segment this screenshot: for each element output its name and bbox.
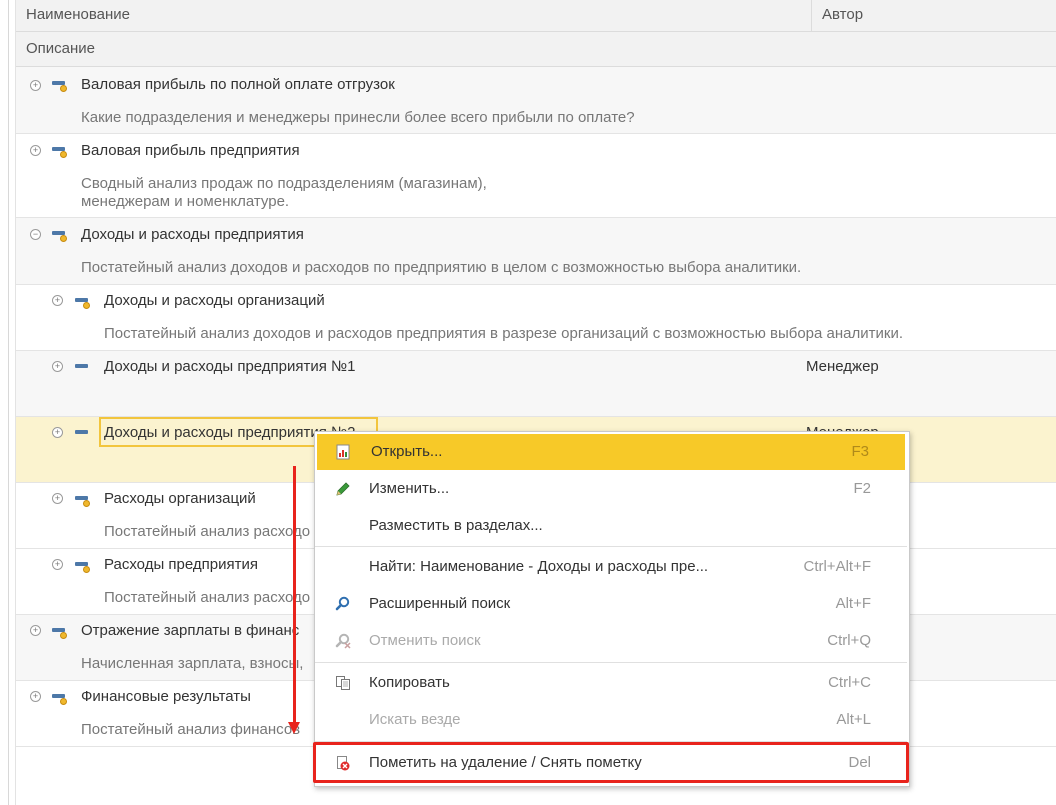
annotation-arrow-line (293, 466, 296, 726)
row-author: Менеджер (806, 358, 879, 375)
menu-item-place-in-sections[interactable]: Разместить в разделах... (315, 508, 907, 544)
expand-icon[interactable]: + (52, 295, 63, 306)
row-title: Валовая прибыль по полной оплате отгрузо… (81, 76, 395, 93)
column-header-description[interactable]: Описание (16, 34, 95, 65)
row-description: Постатейный анализ финансов (81, 721, 301, 738)
report-option-icon (75, 360, 91, 374)
table-row[interactable]: + Доходы и расходы организаций Постатейн… (16, 285, 1056, 351)
expand-icon[interactable]: + (30, 691, 41, 702)
row-title: Доходы и расходы организаций (104, 292, 325, 309)
menu-item-shortcut: Ctrl+Q (827, 632, 871, 649)
expand-icon[interactable]: + (52, 559, 63, 570)
table-header-description: Описание (16, 32, 1056, 67)
report-option-icon (75, 426, 91, 440)
report-variant-icon (75, 492, 91, 507)
menu-item-shortcut: Ctrl+Alt+F (803, 558, 871, 575)
report-variant-icon (52, 690, 68, 705)
row-title: Расходы организаций (104, 490, 256, 507)
menu-item-cancel-search[interactable]: Отменить поиск Ctrl+Q (315, 623, 907, 659)
table-row[interactable]: + Валовая прибыль по полной оплате отгру… (16, 67, 1056, 134)
left-border (8, 0, 9, 805)
table-row[interactable]: + Доходы и расходы предприятия №1 Менедж… (16, 351, 1056, 417)
menu-item-search-everywhere[interactable]: Искать везде Alt+L (315, 702, 907, 738)
row-description: Сводный анализ продаж по подразделениям … (81, 175, 487, 192)
expand-icon[interactable]: + (30, 80, 41, 91)
menu-item-label: Искать везде (369, 711, 461, 728)
annotation-arrow-head (288, 722, 300, 734)
report-list-window: Наименование Автор Описание + Валовая пр… (0, 0, 1056, 805)
row-description: Постатейный анализ доходов и расходов по… (81, 259, 802, 276)
menu-item-advanced-search[interactable]: Расширенный поиск Alt+F (315, 586, 907, 622)
menu-item-copy[interactable]: Копировать Ctrl+C (315, 665, 907, 701)
menu-item-label: Разместить в разделах... (369, 517, 543, 534)
menu-item-label: Расширенный поиск (369, 595, 511, 612)
row-title: Доходы и расходы предприятия (81, 226, 304, 243)
report-variant-icon (52, 77, 68, 92)
table-header: Наименование Автор (16, 0, 1056, 32)
menu-item-label: Открыть... (371, 443, 443, 460)
menu-item-label: Копировать (369, 674, 450, 691)
collapse-icon[interactable]: − (30, 229, 41, 240)
report-variant-icon (52, 624, 68, 639)
expand-icon[interactable]: + (52, 493, 63, 504)
menu-item-shortcut: Ctrl+C (828, 674, 871, 691)
menu-item-label: Изменить... (369, 480, 450, 497)
table-row[interactable]: + Валовая прибыль предприятия Сводный ан… (16, 134, 1056, 218)
context-menu: Открыть... F3 Изменить... F2 Разместить … (314, 431, 910, 787)
menu-item-label: Отменить поиск (369, 632, 481, 649)
pencil-icon (336, 482, 350, 496)
row-title: Доходы и расходы предприятия №1 (104, 358, 356, 375)
menu-separator (315, 662, 907, 663)
copy-icon (336, 676, 350, 690)
expand-icon[interactable]: + (52, 361, 63, 372)
row-description: Постатейный анализ расходо (104, 589, 311, 606)
search-icon (335, 596, 350, 611)
menu-item-shortcut: F3 (851, 443, 869, 460)
row-description: Какие подразделения и менеджеры принесли… (81, 109, 635, 126)
menu-item-label: Найти: Наименование - Доходы и расходы п… (369, 558, 709, 575)
expand-icon[interactable]: + (30, 145, 41, 156)
report-variant-icon (52, 143, 68, 158)
report-icon (336, 444, 350, 460)
expand-icon[interactable]: + (52, 427, 63, 438)
menu-item-shortcut: Alt+F (835, 595, 871, 612)
cancel-search-icon (335, 633, 351, 649)
menu-item-open[interactable]: Открыть... F3 (317, 434, 905, 470)
row-description: Постатейный анализ доходов и расходов пр… (104, 325, 903, 342)
menu-separator (315, 546, 907, 547)
menu-item-shortcut: Alt+L (836, 711, 871, 728)
row-description: Постатейный анализ расходо (104, 523, 311, 540)
annotation-highlight-box (313, 742, 909, 783)
report-variant-icon (52, 227, 68, 242)
row-description: Начисленная зарплата, взносы, (81, 655, 304, 672)
row-title: Расходы предприятия (104, 556, 258, 573)
expand-icon[interactable]: + (30, 625, 41, 636)
row-title: Отражение зарплаты в финанс (81, 622, 300, 639)
row-title: Валовая прибыль предприятия (81, 142, 300, 159)
menu-item-edit[interactable]: Изменить... F2 (315, 471, 907, 507)
table-row[interactable]: − Доходы и расходы предприятия Постатейн… (16, 218, 1056, 285)
column-header-name[interactable]: Наименование (16, 0, 130, 31)
menu-item-find[interactable]: Найти: Наименование - Доходы и расходы п… (315, 549, 907, 585)
row-title: Финансовые результаты (81, 688, 251, 705)
report-variant-icon (75, 558, 91, 573)
report-variant-icon (75, 294, 91, 309)
menu-item-shortcut: F2 (853, 480, 871, 497)
column-header-author[interactable]: Автор (812, 0, 863, 31)
row-description-line2: менеджерам и номенклатуре. (81, 193, 290, 210)
